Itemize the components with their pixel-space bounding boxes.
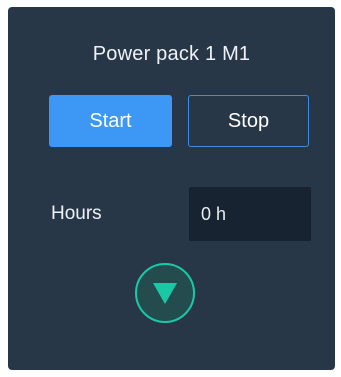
- expand-button[interactable]: [135, 263, 195, 323]
- start-button[interactable]: Start: [49, 95, 172, 147]
- hours-label: Hours: [51, 203, 102, 224]
- panel-title: Power pack 1 M1: [92, 43, 251, 65]
- hours-value-field: 0 h: [189, 187, 311, 241]
- hours-value: 0 h: [201, 203, 227, 224]
- stop-button[interactable]: Stop: [188, 95, 309, 147]
- power-pack-panel: Power pack 1 M1 Start Stop Hours 0 h: [8, 7, 335, 370]
- triangle-down-icon: [153, 283, 177, 304]
